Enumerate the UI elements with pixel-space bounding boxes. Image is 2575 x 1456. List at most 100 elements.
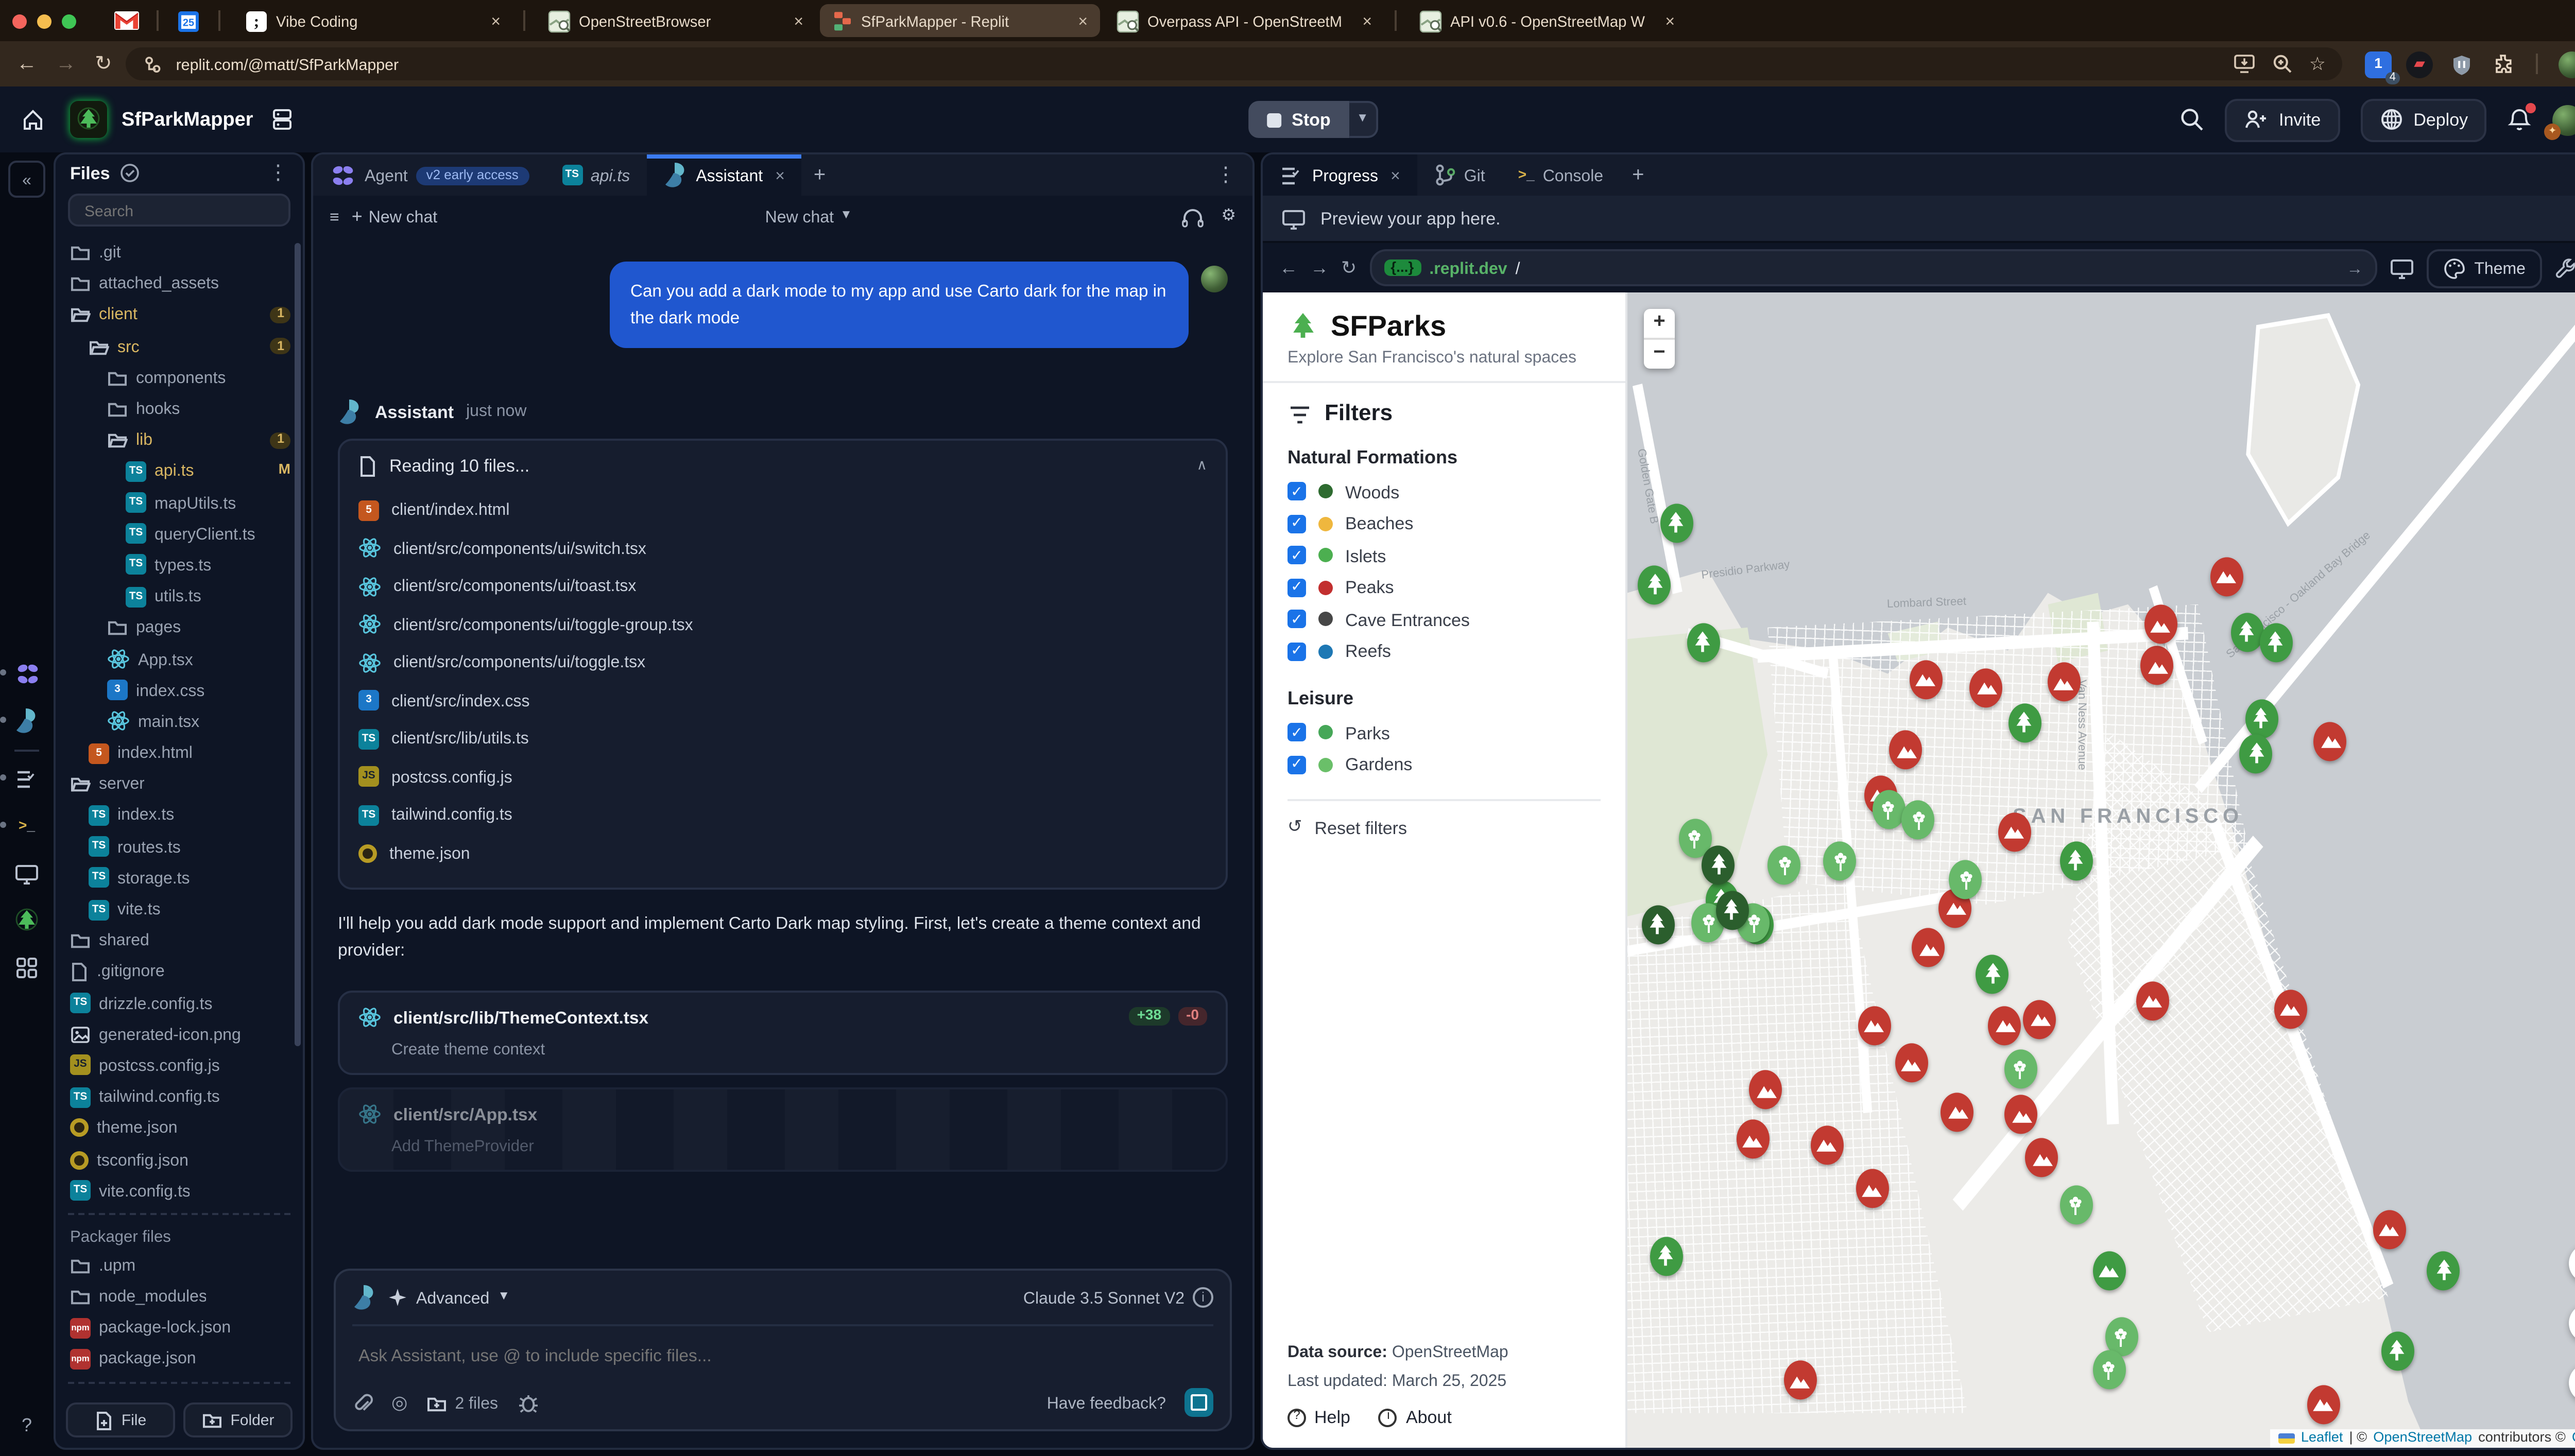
file-tree-item[interactable]: TStypes.ts bbox=[56, 550, 303, 581]
tab-progress[interactable]: Progress× bbox=[1263, 154, 1417, 196]
traffic-minimize-button[interactable] bbox=[37, 13, 52, 28]
chat-input[interactable] bbox=[354, 1343, 1220, 1367]
browser-tab[interactable]: Overpass API - OpenStreetM× bbox=[1104, 4, 1384, 37]
map-marker-garden[interactable] bbox=[2092, 1350, 2125, 1390]
reading-file-row[interactable]: TSclient/src/lib/utils.ts bbox=[358, 720, 1207, 758]
map-zoom-in-button[interactable]: + bbox=[2569, 1244, 2575, 1283]
reading-file-row[interactable]: theme.json bbox=[358, 835, 1207, 873]
file-tree-item[interactable]: TSutils.ts bbox=[56, 581, 303, 612]
map-marker-tree[interactable] bbox=[1715, 892, 1748, 931]
stop-generation-button[interactable] bbox=[1184, 1388, 1213, 1417]
file-tree-item[interactable]: TStailwind.config.ts bbox=[56, 1081, 303, 1113]
webview-reload-button[interactable]: ↻ bbox=[1341, 256, 1357, 279]
checkbox[interactable]: ✓ bbox=[1288, 546, 1306, 565]
file-tree-item[interactable]: .gitignore bbox=[56, 956, 303, 987]
file-tree-item[interactable]: JSpostcss.config.js bbox=[56, 1050, 303, 1082]
file-tree-item[interactable]: TSvite.config.ts bbox=[56, 1175, 303, 1207]
webview-url-bar[interactable]: {...} .replit.dev / → bbox=[1369, 249, 2377, 286]
checkbox[interactable]: ✓ bbox=[1288, 610, 1306, 629]
devtools-icon[interactable] bbox=[2390, 256, 2414, 279]
invite-button[interactable]: Invite bbox=[2225, 98, 2339, 141]
file-tree-item[interactable]: TSqueryClient.ts bbox=[56, 518, 303, 550]
map-marker-tree[interactable] bbox=[2059, 841, 2092, 880]
close-tab-icon[interactable]: × bbox=[1362, 11, 1372, 30]
reading-file-row[interactable]: 3client/src/index.css bbox=[358, 682, 1207, 720]
file-tree-item[interactable]: TSmapUtils.ts bbox=[56, 487, 303, 518]
file-tree-item[interactable]: components bbox=[56, 362, 303, 393]
check-circle-icon[interactable] bbox=[121, 163, 141, 183]
chat-settings-icon[interactable]: ⚙ bbox=[1221, 205, 1236, 228]
tab-api-ts[interactable]: TSapi.ts bbox=[545, 154, 647, 196]
support-icon[interactable] bbox=[1180, 205, 1205, 228]
map-marker-peak[interactable] bbox=[1988, 1006, 2021, 1045]
browser-reload-button[interactable]: ↻ bbox=[95, 53, 112, 75]
map-marker-garden[interactable] bbox=[1949, 859, 1982, 898]
privacy-shield-extension-icon[interactable] bbox=[2447, 50, 2474, 77]
bug-icon[interactable] bbox=[517, 1391, 539, 1414]
map-marker-peak[interactable] bbox=[2314, 722, 2347, 761]
rail-all-tools-icon[interactable] bbox=[10, 951, 43, 984]
leaflet-map[interactable]: Golden Gate BPresidio ParkwayLombard Str… bbox=[1627, 292, 2575, 1448]
collapse-chevron-icon[interactable]: ∧ bbox=[1197, 458, 1208, 474]
tab-assistant[interactable]: Assistant× bbox=[646, 154, 801, 196]
rail-console-icon[interactable]: >_ bbox=[10, 809, 43, 842]
app-icon[interactable] bbox=[70, 101, 107, 138]
wrench-icon[interactable] bbox=[2554, 256, 2575, 279]
map-marker-tree[interactable] bbox=[1977, 955, 2010, 994]
file-tree-item[interactable]: .upm bbox=[56, 1250, 303, 1281]
tab-console[interactable]: >_Console bbox=[1502, 154, 1620, 196]
rail-progress-icon[interactable] bbox=[10, 762, 43, 795]
map-marker-tree[interactable] bbox=[2230, 612, 2263, 651]
map-zoom-out-button[interactable]: − bbox=[2569, 1304, 2575, 1343]
traffic-close-button[interactable] bbox=[12, 13, 27, 28]
checkbox[interactable]: ✓ bbox=[1288, 723, 1306, 742]
close-tab-icon[interactable]: × bbox=[491, 11, 501, 30]
rail-assistant-icon[interactable] bbox=[10, 704, 43, 737]
close-tab-icon[interactable]: × bbox=[1390, 166, 1400, 184]
filter-row-reefs[interactable]: ✓Reefs bbox=[1288, 635, 1601, 667]
new-tab-button[interactable]: + bbox=[814, 164, 826, 186]
leaflet-link[interactable]: Leaflet bbox=[2301, 1431, 2343, 1446]
site-permissions-icon[interactable] bbox=[143, 54, 164, 74]
filter-row-peaks[interactable]: ✓Peaks bbox=[1288, 571, 1601, 603]
carto-link[interactable]: CARTO bbox=[2572, 1431, 2575, 1446]
map-marker-peak[interactable] bbox=[1857, 1006, 1890, 1045]
rail-agent-icon[interactable] bbox=[10, 657, 43, 690]
map-marker-peak[interactable] bbox=[2307, 1385, 2340, 1424]
chat-history-icon[interactable]: ≡ bbox=[330, 207, 339, 226]
map-marker-peak[interactable] bbox=[1855, 1169, 1888, 1208]
reading-file-row[interactable]: 5client/index.html bbox=[358, 492, 1207, 530]
file-edit-card[interactable]: client/src/lib/ThemeContext.tsx+38-0Crea… bbox=[338, 990, 1228, 1074]
file-tree-item[interactable]: 5index.html bbox=[56, 737, 303, 769]
chat-title-dropdown[interactable]: New chat▼ bbox=[765, 207, 852, 226]
help-button[interactable]: ?Help bbox=[1288, 1407, 1350, 1427]
map-marker-tree[interactable] bbox=[1687, 622, 1720, 662]
new-chat-button[interactable]: +New chat bbox=[352, 206, 438, 227]
pinned-tab-calendar[interactable]: 25 bbox=[171, 5, 206, 36]
file-tree-item[interactable]: generated-icon.png bbox=[56, 1019, 303, 1050]
map-marker-tree[interactable] bbox=[1702, 845, 1735, 885]
map-marker-tree[interactable] bbox=[2008, 704, 2041, 743]
search-icon[interactable] bbox=[2180, 107, 2205, 132]
password-manager-extension-icon[interactable]: 1 4 bbox=[2365, 50, 2392, 77]
pinned-tab-gmail[interactable] bbox=[109, 5, 144, 36]
webview-back-button[interactable]: ← bbox=[1279, 257, 1298, 278]
browser-tab[interactable]: API v0.6 - OpenStreetMap W× bbox=[1407, 4, 1687, 37]
new-tab-button[interactable]: + bbox=[1632, 164, 1644, 186]
notifications-bell[interactable] bbox=[2507, 107, 2532, 132]
map-marker-peak[interactable] bbox=[1783, 1361, 1816, 1400]
map-marker-peak[interactable] bbox=[1909, 660, 1942, 699]
browser-profile-avatar[interactable] bbox=[2559, 50, 2575, 77]
attach-icon[interactable] bbox=[352, 1391, 373, 1414]
map-marker-garden[interactable] bbox=[1872, 790, 1905, 829]
filter-row-gardens[interactable]: ✓Gardens bbox=[1288, 749, 1601, 781]
new-folder-button[interactable]: Folder bbox=[183, 1402, 293, 1437]
reading-file-row[interactable]: client/src/components/ui/toggle.tsx bbox=[358, 644, 1207, 682]
file-tree-item[interactable]: TSstorage.ts bbox=[56, 862, 303, 894]
map-marker-tree[interactable] bbox=[2245, 700, 2278, 739]
locate-me-button[interactable] bbox=[2569, 1363, 2575, 1402]
stop-button[interactable]: Stop bbox=[1248, 101, 1349, 138]
close-tab-icon[interactable]: × bbox=[1078, 11, 1088, 30]
map-marker-garden[interactable] bbox=[1902, 801, 1935, 840]
tab-agent[interactable]: Agentv2 early access bbox=[313, 154, 545, 196]
